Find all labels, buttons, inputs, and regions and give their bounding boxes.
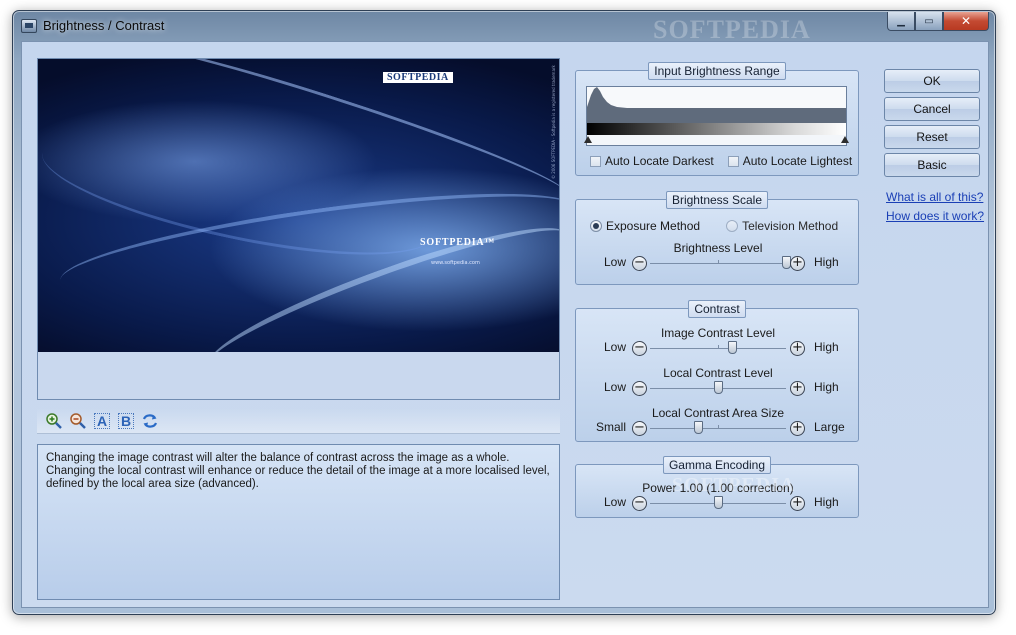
auto-locate-lightest-label: Auto Locate Lightest <box>742 154 853 168</box>
image-contrast-slider: Image Contrast Level Low − + High <box>576 326 860 366</box>
slider-track[interactable] <box>650 381 786 394</box>
what-is-this-link[interactable]: What is all of this? <box>886 190 983 204</box>
slider-high-label: High <box>814 495 839 509</box>
preview-side-text: © 2006 SOFTPEDIA · Softpedia is a regist… <box>551 65 556 179</box>
app-icon <box>21 19 37 33</box>
caption-buttons: ▁ ▭ ✕ <box>887 12 989 32</box>
television-method-label: Television Method <box>742 219 839 233</box>
increase-button[interactable]: + <box>790 381 805 396</box>
slider-thumb[interactable] <box>693 421 703 434</box>
exposure-method-label: Exposure Method <box>606 219 701 233</box>
slider-caption: Local Contrast Level <box>663 366 773 380</box>
preview-panel: SOFTPEDIA SOFTPEDIA™ www.softpedia.com ©… <box>37 58 560 400</box>
zoom-out-icon[interactable] <box>69 412 87 430</box>
swap-icon[interactable] <box>141 412 159 430</box>
close-button[interactable]: ✕ <box>943 12 989 31</box>
maximize-button[interactable]: ▭ <box>915 12 943 31</box>
group-title: Contrast <box>688 300 746 318</box>
histogram <box>584 86 849 146</box>
slider-thumb[interactable] <box>727 341 737 354</box>
zoom-in-icon[interactable] <box>45 412 63 430</box>
slider-high-label: Large <box>814 420 845 434</box>
minimize-button[interactable]: ▁ <box>887 12 915 31</box>
increase-button[interactable]: + <box>790 341 805 356</box>
ok-button[interactable]: OK <box>884 69 980 93</box>
center-watermark: SOFTPEDIA <box>672 474 796 496</box>
local-contrast-slider: Local Contrast Level Low − + High <box>576 366 860 406</box>
auto-locate-darkest-checkbox[interactable]: Auto Locate Darkest <box>590 154 714 168</box>
slider-low-label: Low <box>603 495 626 509</box>
increase-button[interactable]: + <box>790 421 805 436</box>
slider-low-label: Low <box>603 340 626 354</box>
input-brightness-range-group: Input Brightness Range Auto Locate Darke… <box>575 62 859 176</box>
darkest-marker[interactable] <box>584 136 592 143</box>
increase-button[interactable]: + <box>790 496 805 511</box>
how-does-it-work-link[interactable]: How does it work? <box>886 209 984 223</box>
lightest-marker[interactable] <box>841 136 849 143</box>
slider-track[interactable] <box>650 421 786 434</box>
slider-low-label: Low <box>603 380 626 394</box>
exposure-method-radio[interactable]: Exposure Method <box>590 219 700 233</box>
auto-locate-darkest-label: Auto Locate Darkest <box>605 154 714 168</box>
slider-thumb[interactable] <box>714 496 723 509</box>
slider-track[interactable] <box>650 256 791 269</box>
contrast-group: Contrast Image Contrast Level Low − + Hi… <box>575 300 860 442</box>
group-title: Brightness Scale <box>665 191 769 209</box>
slider-track[interactable] <box>650 341 786 354</box>
brightness-contrast-dialog: Brightness / Contrast SOFTPEDIA ▁ ▭ ✕ SO… <box>12 10 996 615</box>
slider-high-label: High <box>814 340 839 354</box>
checkbox-box[interactable] <box>727 155 739 167</box>
input-gradient-bar <box>587 123 846 135</box>
slider-high-label: High <box>814 255 839 269</box>
slider-caption: Brightness Level <box>673 241 763 255</box>
local-contrast-area-slider: Local Contrast Area Size Small − + Large <box>576 406 860 446</box>
television-method-radio[interactable]: Television Method <box>726 219 838 233</box>
slider-low-label: Small <box>595 420 626 434</box>
decrease-button[interactable]: − <box>632 381 647 396</box>
window-title: Brightness / Contrast <box>43 18 165 33</box>
slider-low-label: Low <box>603 255 626 269</box>
view-a-icon[interactable]: A <box>93 412 111 430</box>
group-title: Gamma Encoding <box>662 456 772 474</box>
slider-caption: Local Contrast Area Size <box>651 406 785 420</box>
dialog-client-area: SOFTPEDIA SOFTPEDIA™ www.softpedia.com ©… <box>21 41 989 608</box>
title-bar[interactable]: Brightness / Contrast SOFTPEDIA ▁ ▭ ✕ <box>13 11 995 44</box>
group-title: Input Brightness Range <box>648 62 786 80</box>
increase-button[interactable]: + <box>790 256 805 271</box>
cancel-button[interactable]: Cancel <box>884 97 980 121</box>
brightness-scale-group: Brightness Scale Exposure Method Televis… <box>575 191 860 285</box>
reset-button[interactable]: Reset <box>884 125 980 149</box>
basic-button[interactable]: Basic <box>884 153 980 177</box>
preview-logo-top: SOFTPEDIA <box>383 72 453 83</box>
brightness-level-slider: Brightness Level Low − + High <box>576 241 860 281</box>
help-description: Changing the image contrast will alter t… <box>37 444 560 600</box>
slider-high-label: High <box>814 380 839 394</box>
view-b-icon[interactable]: B <box>117 412 135 430</box>
radio-circle[interactable] <box>726 220 739 232</box>
preview-toolbar: A B <box>37 408 560 434</box>
radio-circle[interactable] <box>590 220 602 232</box>
checkbox-box[interactable] <box>590 155 601 167</box>
decrease-button[interactable]: − <box>632 421 647 436</box>
preview-image[interactable]: SOFTPEDIA SOFTPEDIA™ www.softpedia.com ©… <box>38 59 559 352</box>
auto-locate-lightest-checkbox[interactable]: Auto Locate Lightest <box>727 154 853 168</box>
decrease-button[interactable]: − <box>632 496 647 511</box>
preview-url: www.softpedia.com <box>431 260 480 266</box>
decrease-button[interactable]: − <box>632 256 647 271</box>
preview-logo-center: SOFTPEDIA™ <box>420 237 496 248</box>
histogram-plot <box>587 87 846 123</box>
slider-thumb[interactable] <box>714 381 723 394</box>
slider-caption: Image Contrast Level <box>660 326 776 340</box>
decrease-button[interactable]: − <box>632 341 647 356</box>
slider-track[interactable] <box>650 496 786 509</box>
